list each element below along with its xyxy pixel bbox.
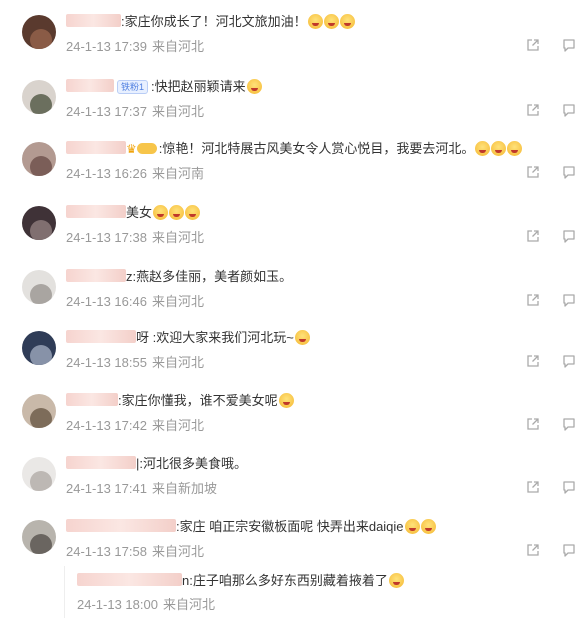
comment-text: z:燕赵多佳丽，美者颜如玉。 bbox=[126, 269, 293, 284]
emoji-icon bbox=[475, 141, 491, 156]
emoji-icon bbox=[339, 14, 355, 29]
reply-icon[interactable] bbox=[562, 543, 576, 557]
emoji-icon bbox=[491, 141, 507, 156]
reply-icon[interactable] bbox=[562, 229, 576, 243]
share-icon[interactable] bbox=[526, 480, 540, 494]
sub-reply-text: n:庄子咱那么多好东西别藏着掖着了 bbox=[182, 573, 388, 588]
comment-location: 来自河北 bbox=[151, 39, 204, 54]
reply-icon[interactable] bbox=[562, 417, 576, 431]
avatar[interactable] bbox=[22, 520, 56, 554]
reply-icon[interactable] bbox=[562, 165, 576, 179]
comment-item: 呀 :欢迎大家来我们河北玩~ 24-1-13 18:55 来自河北 bbox=[0, 321, 585, 383]
comment-item: 铁粉1:快把赵丽颖请来 24-1-13 17:37 来自河北 bbox=[0, 70, 585, 132]
emoji-icon bbox=[307, 14, 323, 29]
comment-time: 24-1-13 17:37 bbox=[66, 104, 147, 119]
avatar[interactable] bbox=[22, 80, 56, 114]
sub-reply-time: 24-1-13 18:00 bbox=[77, 597, 158, 612]
reply-icon[interactable] bbox=[562, 103, 576, 117]
avatar[interactable] bbox=[22, 270, 56, 304]
reply-icon[interactable] bbox=[562, 480, 576, 494]
avatar[interactable] bbox=[22, 206, 56, 240]
comment-time: 24-1-13 16:26 bbox=[66, 166, 147, 181]
avatar[interactable] bbox=[22, 15, 56, 49]
emoji-icon bbox=[169, 205, 185, 220]
reply-icon[interactable] bbox=[562, 38, 576, 52]
commenter-name[interactable] bbox=[66, 456, 136, 469]
emoji-icon bbox=[278, 393, 294, 408]
comment-time: 24-1-13 17:41 bbox=[66, 481, 147, 496]
emoji-icon bbox=[388, 573, 404, 588]
emoji-icon bbox=[404, 519, 420, 534]
comment-item: ♛ :惊艳！河北特展古风美女令人赏心悦目，我要去河北。 24-1-13 16:26 来… bbox=[0, 132, 585, 194]
crown-icon: ♛ bbox=[126, 142, 137, 156]
comment-text: :惊艳！河北特展古风美女令人赏心悦目，我要去河北。 bbox=[158, 141, 475, 156]
vip-badge-icon bbox=[136, 143, 157, 154]
comment-time: 24-1-13 16:46 bbox=[66, 294, 147, 309]
commenter-name[interactable] bbox=[66, 141, 126, 154]
emoji-icon bbox=[323, 14, 339, 29]
share-icon[interactable] bbox=[526, 38, 540, 52]
reply-icon[interactable] bbox=[562, 293, 576, 307]
comment-item: z:燕赵多佳丽，美者颜如玉。 24-1-13 16:46 来自河北 bbox=[0, 260, 585, 322]
comment-item: 美女 24-1-13 17:38 来自河北 bbox=[0, 196, 585, 258]
comment-time: 24-1-13 17:38 bbox=[66, 230, 147, 245]
emoji-icon bbox=[420, 519, 436, 534]
commenter-name[interactable] bbox=[77, 573, 182, 586]
comment-text: :家庄 咱正宗安徽板面呢 快弄出来daiqie bbox=[176, 519, 404, 534]
comment-time: 24-1-13 17:39 bbox=[66, 39, 147, 54]
comment-item: |:河北很多美食哦。 24-1-13 17:41 来自新加坡 bbox=[0, 447, 585, 509]
commenter-name[interactable] bbox=[66, 519, 176, 532]
share-icon[interactable] bbox=[526, 417, 540, 431]
avatar[interactable] bbox=[22, 142, 56, 176]
comment-text: :家庄你懂我，谁不爱美女呢 bbox=[118, 393, 278, 408]
emoji-icon bbox=[246, 79, 262, 94]
emoji-icon bbox=[507, 141, 523, 156]
comment-location: 来自河北 bbox=[151, 104, 204, 119]
comment-location: 来自河北 bbox=[151, 355, 204, 370]
comment-text: :家庄你成长了！河北文旅加油！ bbox=[121, 14, 307, 29]
share-icon[interactable] bbox=[526, 229, 540, 243]
comment-location: 来自河北 bbox=[151, 544, 204, 559]
comment-item: :家庄你懂我，谁不爱美女呢 24-1-13 17:42 来自河北 bbox=[0, 384, 585, 446]
commenter-name[interactable] bbox=[66, 269, 126, 282]
comment-item: :家庄 咱正宗安徽板面呢 快弄出来daiqie 24-1-13 17:58 来自河北 bbox=[0, 510, 585, 572]
comment-item: :家庄你成长了！河北文旅加油！ 24-1-13 17:39 来自河北 bbox=[0, 5, 585, 67]
sub-reply: n:庄子咱那么多好东西别藏着掖着了 24-1-13 18:00 来自河北 bbox=[64, 566, 585, 618]
comment-text: |:河北很多美食哦。 bbox=[136, 456, 247, 471]
avatar[interactable] bbox=[22, 457, 56, 491]
sub-reply-location: 来自河北 bbox=[162, 597, 215, 612]
fan-badge: 铁粉1 bbox=[117, 80, 149, 94]
emoji-icon bbox=[153, 205, 169, 220]
emoji-icon bbox=[185, 205, 201, 220]
avatar[interactable] bbox=[22, 331, 56, 365]
share-icon[interactable] bbox=[526, 354, 540, 368]
commenter-name[interactable] bbox=[66, 79, 114, 92]
comment-text: 呀 :欢迎大家来我们河北玩~ bbox=[136, 330, 294, 345]
share-icon[interactable] bbox=[526, 103, 540, 117]
comment-text: :快把赵丽颖请来 bbox=[151, 79, 246, 94]
comment-location: 来自河北 bbox=[151, 418, 204, 433]
commenter-name[interactable] bbox=[66, 393, 118, 406]
share-icon[interactable] bbox=[526, 165, 540, 179]
commenter-name[interactable] bbox=[66, 205, 126, 218]
share-icon[interactable] bbox=[526, 543, 540, 557]
share-icon[interactable] bbox=[526, 293, 540, 307]
comment-location: 来自河南 bbox=[151, 166, 204, 181]
comment-time: 24-1-13 17:42 bbox=[66, 418, 147, 433]
comment-time: 24-1-13 18:55 bbox=[66, 355, 147, 370]
comment-location: 来自新加坡 bbox=[151, 481, 217, 496]
commenter-name[interactable] bbox=[66, 14, 121, 27]
comment-text: 美女 bbox=[126, 205, 153, 220]
emoji-icon bbox=[294, 330, 310, 345]
avatar[interactable] bbox=[22, 394, 56, 428]
comment-location: 来自河北 bbox=[151, 230, 204, 245]
commenter-name[interactable] bbox=[66, 330, 136, 343]
reply-icon[interactable] bbox=[562, 354, 576, 368]
comment-location: 来自河北 bbox=[151, 294, 204, 309]
comment-time: 24-1-13 17:58 bbox=[66, 544, 147, 559]
